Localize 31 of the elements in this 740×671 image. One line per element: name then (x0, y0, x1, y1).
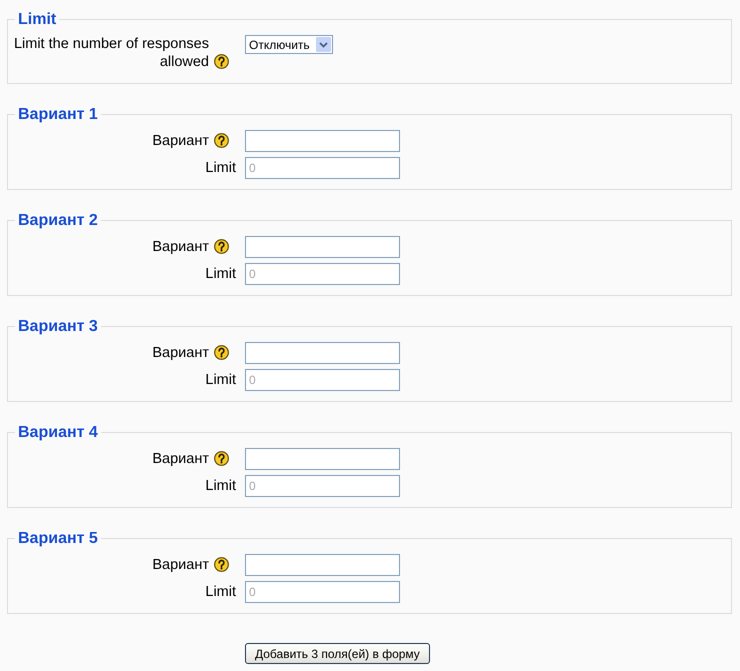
field-label: Вариант (152, 344, 209, 362)
help-icon[interactable] (214, 345, 229, 360)
text-field[interactable] (245, 448, 400, 470)
text-field[interactable] (245, 342, 400, 364)
chevron-down-icon (316, 37, 331, 52)
field-label: Limit (205, 477, 236, 495)
section-legend: Limit (15, 11, 60, 28)
section-legend: Вариант 5 (15, 530, 101, 547)
field-label: Limit (205, 265, 236, 283)
field-label: Limit the number of responses allowed (12, 35, 209, 71)
help-icon[interactable] (214, 557, 229, 572)
field-label: Limit (205, 159, 236, 177)
section-legend: Вариант 2 (15, 212, 101, 229)
help-icon[interactable] (214, 451, 229, 466)
field-label: Вариант (152, 450, 209, 468)
text-field[interactable] (245, 236, 400, 258)
dropdown[interactable]: Отключить (245, 35, 333, 54)
help-icon[interactable] (214, 54, 229, 69)
text-field[interactable] (245, 554, 400, 576)
field-label: Limit (205, 583, 236, 601)
field-label: Вариант (152, 132, 209, 150)
section-legend: Вариант 1 (15, 106, 101, 123)
field-label: Limit (205, 371, 236, 389)
field-label: Вариант (152, 556, 209, 574)
section-legend: Вариант 4 (15, 424, 101, 441)
add-fields-button[interactable]: Добавить 3 поля(ей) в форму (245, 643, 430, 664)
help-icon[interactable] (214, 133, 229, 148)
text-field[interactable] (245, 130, 400, 152)
section-legend: Вариант 3 (15, 318, 101, 335)
field-label: Вариант (152, 238, 209, 256)
help-icon[interactable] (214, 239, 229, 254)
